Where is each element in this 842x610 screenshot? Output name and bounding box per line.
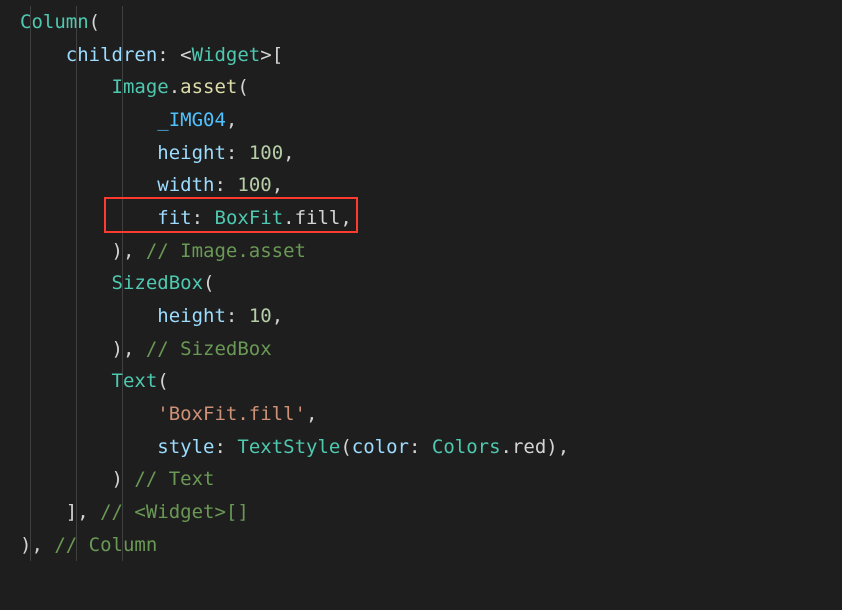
token-str: 'BoxFit.fill' <box>157 403 306 425</box>
token-comment: // Column <box>54 534 157 556</box>
code-line[interactable]: fit: BoxFit.fill, <box>20 202 842 235</box>
token-param: fit <box>157 207 191 229</box>
token-punct: , <box>226 109 237 131</box>
token-func: asset <box>180 76 237 98</box>
token-punct: : < <box>157 44 191 66</box>
token-const: _IMG04 <box>157 109 226 131</box>
code-line[interactable]: Column( <box>20 6 842 39</box>
token-type: TextStyle <box>237 436 340 458</box>
token-num: 100 <box>249 142 283 164</box>
token-punct: >[ <box>260 44 283 66</box>
token-punct: ], <box>66 501 100 523</box>
token-punct: ), <box>112 240 146 262</box>
code-line[interactable]: SizedBox( <box>20 267 842 300</box>
code-line[interactable]: 'BoxFit.fill', <box>20 398 842 431</box>
code-line[interactable]: ) // Text <box>20 463 842 496</box>
code-line[interactable]: ), // Image.asset <box>20 235 842 268</box>
code-line[interactable]: style: TextStyle(color: Colors.red), <box>20 431 842 464</box>
token-punct: : <box>214 436 237 458</box>
token-punct: . <box>501 436 512 458</box>
token-punct: ), <box>20 534 54 556</box>
token-type: BoxFit <box>215 207 284 229</box>
token-param: height <box>157 142 226 164</box>
code-line[interactable]: ), // SizedBox <box>20 333 842 366</box>
token-type: SizedBox <box>112 272 204 294</box>
code-line[interactable]: height: 100, <box>20 137 842 170</box>
token-punct: , <box>340 207 351 229</box>
token-type: Widget <box>192 44 261 66</box>
token-type: Image <box>112 76 169 98</box>
code-editor[interactable]: Column( children: <Widget>[ Image.asset(… <box>0 6 842 561</box>
token-punct: ( <box>340 436 351 458</box>
token-param: children <box>66 44 158 66</box>
token-num: 100 <box>237 174 271 196</box>
code-line[interactable]: Text( <box>20 365 842 398</box>
code-line[interactable]: children: <Widget>[ <box>20 39 842 72</box>
code-line[interactable]: Image.asset( <box>20 71 842 104</box>
token-param: style <box>157 436 214 458</box>
token-param: height <box>157 305 226 327</box>
token-param: color <box>352 436 409 458</box>
token-num: 10 <box>249 305 272 327</box>
token-comment: // SizedBox <box>146 338 272 360</box>
token-punct: ), <box>546 436 569 458</box>
token-type: Colors <box>432 436 501 458</box>
token-punct: . <box>169 76 180 98</box>
token-punct: , <box>272 174 283 196</box>
code-lines: Column( children: <Widget>[ Image.asset(… <box>20 6 842 561</box>
token-punct: : <box>226 305 249 327</box>
token-punct: , <box>272 305 283 327</box>
token-punct: : <box>214 174 237 196</box>
token-comment: // <Widget>[] <box>100 501 249 523</box>
code-line[interactable]: _IMG04, <box>20 104 842 137</box>
token-punct: : <box>226 142 249 164</box>
token-punct: , <box>283 142 294 164</box>
token-type: Column <box>20 11 89 33</box>
token-punct: ( <box>157 370 168 392</box>
code-line[interactable]: ), // Column <box>20 529 842 562</box>
token-white: red <box>512 436 546 458</box>
token-punct: ( <box>203 272 214 294</box>
code-line[interactable]: height: 10, <box>20 300 842 333</box>
token-type: Text <box>112 370 158 392</box>
code-line[interactable]: ], // <Widget>[] <box>20 496 842 529</box>
token-punct: ( <box>237 76 248 98</box>
token-punct: , <box>306 403 317 425</box>
token-comment: // Image.asset <box>146 240 306 262</box>
token-punct: ( <box>89 11 100 33</box>
token-comment: // Text <box>134 468 214 490</box>
token-punct: : <box>192 207 215 229</box>
token-punct: ), <box>112 338 146 360</box>
token-punct: ) <box>112 468 135 490</box>
token-punct: . <box>283 207 294 229</box>
code-line[interactable]: width: 100, <box>20 169 842 202</box>
token-white: fill <box>295 207 341 229</box>
token-param: width <box>157 174 214 196</box>
token-punct: : <box>409 436 432 458</box>
